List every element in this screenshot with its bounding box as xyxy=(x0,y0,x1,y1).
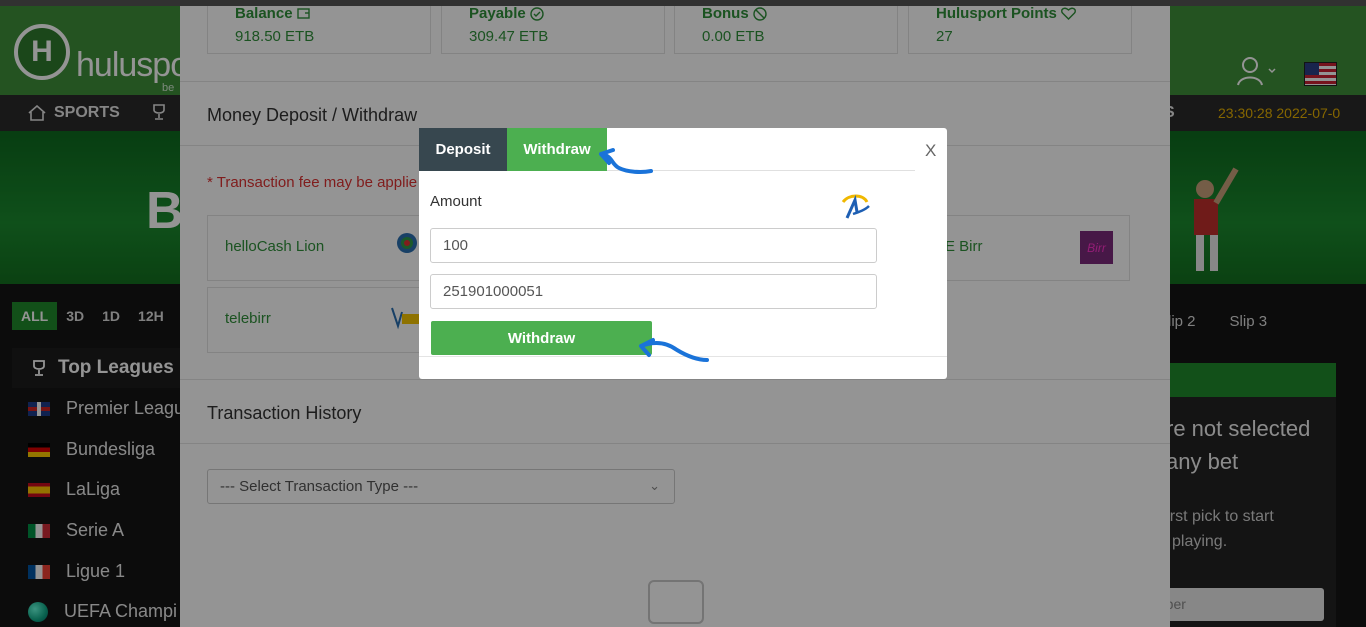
tab-deposit[interactable]: Deposit xyxy=(419,128,507,171)
annotation-arrow-icon xyxy=(599,148,653,174)
withdraw-modal: Deposit Withdraw X Amount Withdraw xyxy=(419,128,947,379)
amount-label: Amount xyxy=(430,193,482,210)
annotation-arrow-icon xyxy=(639,338,709,362)
close-button[interactable]: X xyxy=(925,141,936,161)
amount-input[interactable] xyxy=(430,228,877,263)
tab-withdraw[interactable]: Withdraw xyxy=(507,128,607,171)
phone-number-input[interactable] xyxy=(430,274,877,309)
provider-logo-icon xyxy=(841,194,870,219)
withdraw-submit-button[interactable]: Withdraw xyxy=(431,321,652,355)
